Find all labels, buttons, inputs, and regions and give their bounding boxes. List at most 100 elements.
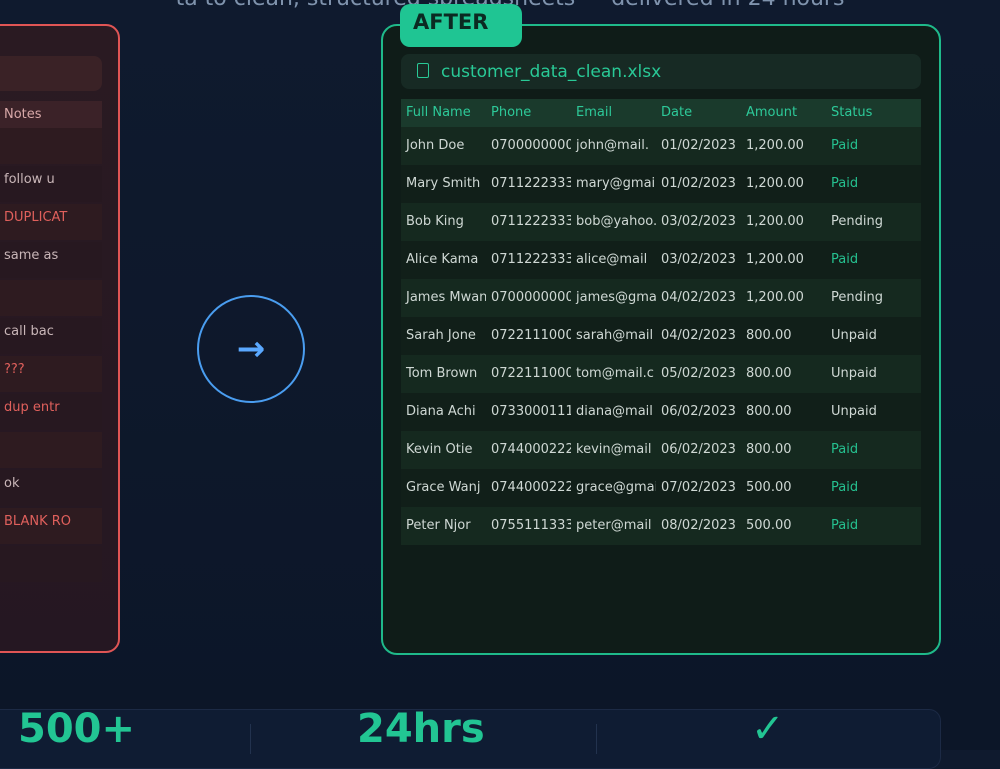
before-note-cell: follow u [4,172,55,187]
status-cell: Pending [831,290,883,305]
before-row [0,432,102,468]
after-file-bar: customer_data_clean.xlsx [401,54,921,89]
table-cell: james@gmai [576,290,656,305]
table-cell: 1,200.00 [746,252,804,267]
before-note-cell: same as [4,248,59,263]
table-cell: 0755111333 [491,518,571,533]
table-row: James Mwan 0700000000 james@gmai 04/02/2023… [401,279,921,317]
before-note-cell: call bac [4,324,54,339]
table-cell: 0744000222 [491,442,571,457]
column-header: Date [661,105,693,120]
status-cell: Paid [831,442,859,457]
stat-turnaround: 24hrs [357,706,485,752]
arrow-right-icon: → [197,295,305,403]
after-filename: customer_data_clean.xlsx [441,62,662,82]
table-row: Peter Njor 0755111333 peter@mail 08/02/2023… [401,507,921,545]
table-cell: 03/02/2023 [661,252,736,267]
before-row: ok [0,470,102,506]
table-cell: 800.00 [746,328,792,343]
status-cell: Paid [831,252,859,267]
table-cell: peter@mail [576,518,652,533]
before-row: dup entr [0,394,102,430]
table-cell: 0722111000 [491,366,571,381]
table-cell: bob@yahoo. [576,214,656,229]
before-note-cell: BLANK RO [4,514,71,529]
before-panel: Notes follow u DUPLICAT same as call bac??? d… [0,24,120,653]
status-cell: Paid [831,176,859,191]
table-row: Kevin Otie 0744000222 kevin@mail 06/02/2023… [401,431,921,469]
table-cell: 800.00 [746,404,792,419]
table-cell: 800.00 [746,442,792,457]
table-cell: 500.00 [746,480,792,495]
before-row: BLANK RO [0,508,102,544]
before-note-cell: ok [4,476,20,491]
table-header: Full Name Phone Email Date Amount Status [401,99,921,127]
column-header: Amount [746,105,798,120]
table-cell: 0711222333 [491,214,571,229]
table-cell: 06/02/2023 [661,404,736,419]
before-file-bar [0,56,102,91]
table-cell: Peter Njor [406,518,471,533]
table-cell: 01/02/2023 [661,176,736,191]
status-cell: Paid [831,518,859,533]
table-cell: James Mwan [406,290,486,305]
table-cell: 07/02/2023 [661,480,736,495]
column-header: Phone [491,105,532,120]
table-cell: Sarah Jone [406,328,476,343]
table-cell: tom@mail.c [576,366,654,381]
before-row [0,128,102,164]
before-row: follow u [0,166,102,202]
table-cell: diana@mail [576,404,653,419]
status-cell: Unpaid [831,404,877,419]
table-cell: 0744000222 [491,480,571,495]
table-cell: Mary Smith [406,176,481,191]
column-header: Status [831,105,873,120]
table-cell: 1,200.00 [746,176,804,191]
file-icon [417,63,429,78]
stat-check-icon: ✓ [751,706,785,752]
table-cell: 0711222333 [491,252,571,267]
table-cell: Kevin Otie [406,442,473,457]
table-cell: 01/02/2023 [661,138,736,153]
table-cell: mary@gmail [576,176,656,191]
table-row: Bob King 0711222333 bob@yahoo. 03/02/2023 1,… [401,203,921,241]
table-cell: alice@mail [576,252,648,267]
table-row: Diana Achi 0733000111 diana@mail 06/02/2023… [401,393,921,431]
table-cell: 1,200.00 [746,214,804,229]
table-cell: 0700000000 [491,138,571,153]
table-cell: john@mail. [576,138,650,153]
status-cell: Paid [831,138,859,153]
table-cell: John Doe [406,138,465,153]
table-cell: 500.00 [746,518,792,533]
before-row: DUPLICAT [0,204,102,240]
column-header: Full Name [406,105,471,120]
status-cell: Pending [831,214,883,229]
status-cell: Unpaid [831,366,877,381]
table-cell: 0733000111 [491,404,571,419]
table-cell: grace@gmai [576,480,656,495]
table-cell: 04/02/2023 [661,290,736,305]
before-note-cell: DUPLICAT [4,210,68,225]
before-notes-header: Notes [0,101,102,128]
before-row: same as [0,242,102,278]
before-row: ??? [0,356,102,392]
table-cell: 1,200.00 [746,290,804,305]
table-row: Alice Kama 0711222333 alice@mail 03/02/2023… [401,241,921,279]
stat-records: 500+ [18,706,136,752]
table-row: Sarah Jone 0722111000 sarah@mail 04/02/2023… [401,317,921,355]
table-cell: Grace Wanj [406,480,481,495]
status-cell: Unpaid [831,328,877,343]
table-row: John Doe 0700000000 john@mail. 01/02/2023 1,… [401,127,921,165]
after-badge: AFTER [400,4,522,47]
before-note-cell: ??? [4,362,25,377]
table-cell: 800.00 [746,366,792,381]
before-row [0,280,102,316]
table-cell: 03/02/2023 [661,214,736,229]
before-row: call bac [0,318,102,354]
table-cell: 1,200.00 [746,138,804,153]
table-cell: 04/02/2023 [661,328,736,343]
table-cell: 05/02/2023 [661,366,736,381]
table-row: Mary Smith 0711222333 mary@gmail 01/02/2023… [401,165,921,203]
table-cell: Bob King [406,214,464,229]
table-cell: 06/02/2023 [661,442,736,457]
